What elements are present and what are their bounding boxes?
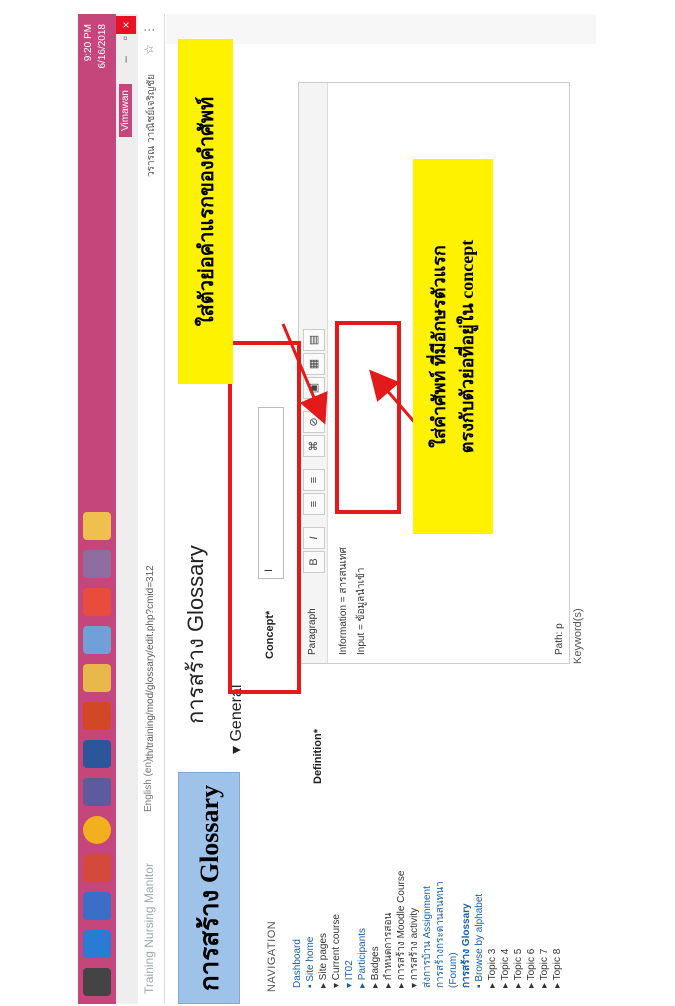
callout-definition: ใส่คำศัพท์ ที่มีอักษรตัวแรก ตรงกับตัวย่อ… xyxy=(413,159,493,534)
callout-definition-line-1: ใส่คำศัพท์ ที่มีอักษรตัวแรก xyxy=(429,245,449,448)
rotated-screenshot: 9:20 PM 6/16/2018 Vimawan – ▫ × Training… xyxy=(78,14,596,1004)
callout-concept-text: ใส่ตัวย่อคำแรกของคำศัพท์ xyxy=(195,96,218,327)
callout-definition-line-2: ตรงกับตัวย่อที่อยู่ใน concept xyxy=(457,239,477,454)
callout-arrows xyxy=(281,323,418,425)
arrow-to-definition xyxy=(369,369,418,425)
arrow-to-concept xyxy=(281,323,328,425)
callout-concept: ใส่ตัวย่อคำแรกของคำศัพท์ xyxy=(178,39,233,384)
callout-definition-text: ใส่คำศัพท์ ที่มีอักษรตัวแรก ตรงกับตัวย่อ… xyxy=(425,240,481,453)
